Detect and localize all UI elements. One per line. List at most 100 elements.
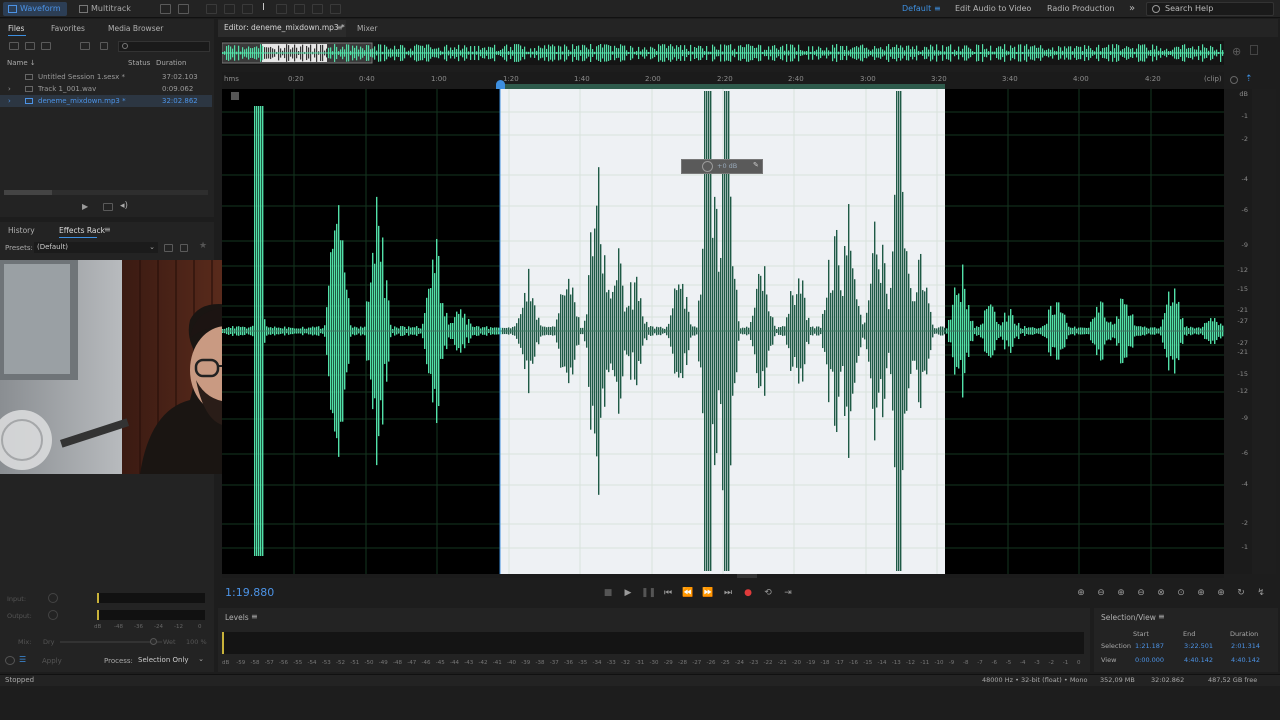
tab-files[interactable]: Files (8, 24, 24, 33)
files-search-input[interactable] (118, 41, 210, 52)
delete-icon[interactable] (100, 42, 108, 50)
marquee-tool-icon[interactable] (276, 4, 287, 14)
spectral-view-icon[interactable] (160, 4, 171, 14)
play-preview-icon[interactable]: ▶ (82, 202, 88, 211)
record-icon[interactable]: ● (741, 586, 755, 600)
stop-icon[interactable]: ■ (601, 586, 615, 600)
list-view-icon[interactable]: ☰ (19, 655, 26, 664)
previous-icon[interactable]: ⏮ (661, 586, 675, 600)
presets-dropdown[interactable]: (Default) ⌄ (34, 242, 158, 253)
delete-preset-icon[interactable] (180, 244, 188, 252)
fast-forward-icon[interactable]: ⏩ (701, 586, 715, 600)
favorite-star-icon[interactable]: ★ (199, 241, 207, 251)
panel-menu-icon[interactable]: ≡ (251, 612, 258, 621)
time-ruler[interactable]: hms 0:20 0:40 1:00 1:20 1:40 2:00 2:20 2… (222, 72, 1224, 89)
rewind-icon[interactable]: ⏪ (681, 586, 695, 600)
ruler-tick: 1:00 (431, 75, 447, 83)
selection-end[interactable]: 3:22.501 (1184, 642, 1213, 650)
view-end[interactable]: 4:40.142 (1184, 656, 1213, 664)
tab-mixer[interactable]: Mixer (357, 24, 377, 33)
tab-favorites[interactable]: Favorites (51, 24, 85, 33)
zoom-in-right-icon[interactable]: ⊕ (1214, 586, 1228, 600)
hud-volume[interactable]: +0 dB ✎ (681, 159, 763, 174)
spot-healing-icon[interactable] (330, 4, 341, 14)
selection-start[interactable]: 1:21.187 (1135, 642, 1164, 650)
move-tool-icon[interactable] (206, 4, 217, 14)
lasso-tool-icon[interactable] (294, 4, 305, 14)
column-status[interactable]: Status (128, 59, 150, 67)
waveform-overview[interactable]: ⊕ (221, 41, 1241, 65)
zoom-in-time-icon[interactable]: ⊕ (1114, 586, 1128, 600)
file-row[interactable]: › Track 1_001.wav 0:09.062 (0, 83, 212, 95)
zoom-in-left-icon[interactable]: ⊕ (1194, 586, 1208, 600)
workspace-menu-icon[interactable]: ≡ (934, 0, 941, 18)
selection-label: Selection (1101, 642, 1131, 650)
file-row[interactable]: › deneme_mixdown.mp3 * 32:02.862 (0, 95, 212, 107)
workspace-radio-production[interactable]: Radio Production (1047, 0, 1115, 18)
workspace-default[interactable]: Default (902, 0, 931, 18)
zoom-options-icon[interactable]: ↯ (1254, 586, 1268, 600)
files-scrollbar[interactable] (4, 190, 208, 195)
more-workspaces-icon[interactable]: » (1129, 0, 1135, 18)
zoom-out-amplitude-icon[interactable]: ⊖ (1094, 586, 1108, 600)
zoom-out-full-icon[interactable]: ⊗ (1154, 586, 1168, 600)
save-preset-icon[interactable] (164, 244, 173, 252)
time-selection-tool-icon[interactable]: I (262, 2, 265, 13)
loop-preview-icon[interactable] (103, 203, 113, 211)
tab-menu-icon[interactable]: ≡ (336, 23, 343, 32)
current-time-display[interactable]: 1:19.880 (225, 586, 274, 599)
pitch-view-icon[interactable] (178, 4, 189, 14)
tab-media-browser[interactable]: Media Browser (108, 24, 163, 33)
pause-icon[interactable]: ❚❚ (641, 586, 656, 600)
brush-tool-icon[interactable] (312, 4, 323, 14)
column-duration[interactable]: Duration (156, 59, 186, 67)
output-meter (97, 610, 205, 620)
multitrack-mode-button[interactable]: Multitrack (76, 2, 140, 16)
panel-menu-icon[interactable]: ≡ (104, 225, 111, 234)
zoom-in-amplitude-icon[interactable]: ⊕ (1074, 586, 1088, 600)
mix-slider[interactable] (60, 638, 162, 645)
process-value: Selection Only (138, 656, 189, 664)
waveform-mode-button[interactable]: Waveform (3, 2, 67, 16)
tab-effects-rack[interactable]: Effects Rack (59, 226, 105, 235)
slip-tool-icon[interactable] (242, 4, 253, 14)
playhead-handle-icon[interactable] (496, 80, 505, 89)
power-toggle-icon[interactable] (5, 656, 15, 665)
panel-pin-icon[interactable] (1250, 45, 1258, 55)
panel-menu-icon[interactable]: ≡ (1158, 612, 1165, 621)
tab-editor[interactable]: Editor: deneme_mixdown.mp3 * ≡ (218, 20, 346, 37)
autoplay-icon[interactable]: ◂) (120, 201, 128, 211)
search-help-input[interactable]: Search Help (1146, 2, 1274, 16)
play-icon[interactable]: ▶ (621, 586, 635, 600)
selection-duration[interactable]: 2:01.314 (1231, 642, 1260, 650)
loop-icon[interactable]: ⟲ (761, 586, 775, 600)
insert-icon[interactable] (80, 42, 90, 50)
zoom-out-full-icon[interactable]: ⊕ (1232, 45, 1241, 58)
waveform-display[interactable]: +0 dB ✎ (222, 89, 1224, 574)
output-knob[interactable] (48, 610, 58, 620)
zoom-reset-icon[interactable]: ↻ (1234, 586, 1248, 600)
next-icon[interactable]: ⏭ (721, 586, 735, 600)
levels-scale-tick: -46 (421, 660, 431, 666)
tab-history[interactable]: History (8, 226, 35, 235)
time-display-icon[interactable] (1230, 76, 1238, 84)
zoom-out-time-icon[interactable]: ⊖ (1134, 586, 1148, 600)
vertical-scrollbar[interactable] (1252, 89, 1276, 574)
view-start[interactable]: 0:00.000 (1135, 656, 1164, 664)
import-file-icon[interactable] (25, 42, 35, 50)
file-row[interactable]: Untitled Session 1.sesx * 37:02.103 (0, 71, 212, 83)
process-dropdown[interactable]: Selection Only ⌄ (134, 655, 206, 666)
skip-selection-icon[interactable]: ⇥ (781, 586, 795, 600)
apply-button[interactable]: Apply (42, 657, 62, 665)
column-name[interactable]: Name ↓ (7, 59, 36, 67)
razor-tool-icon[interactable] (224, 4, 235, 14)
view-duration[interactable]: 4:40.142 (1231, 656, 1260, 664)
snap-icon[interactable]: ⇡ (1245, 74, 1253, 84)
open-file-icon[interactable] (9, 42, 19, 50)
workspace-edit-audio-to-video[interactable]: Edit Audio to Video (955, 0, 1031, 18)
input-knob[interactable] (48, 593, 58, 603)
new-file-icon[interactable] (41, 42, 51, 50)
zoom-selection-icon[interactable]: ⊙ (1174, 586, 1188, 600)
horizontal-scrollbar[interactable] (222, 574, 1224, 578)
track-options-icon[interactable] (231, 92, 239, 100)
